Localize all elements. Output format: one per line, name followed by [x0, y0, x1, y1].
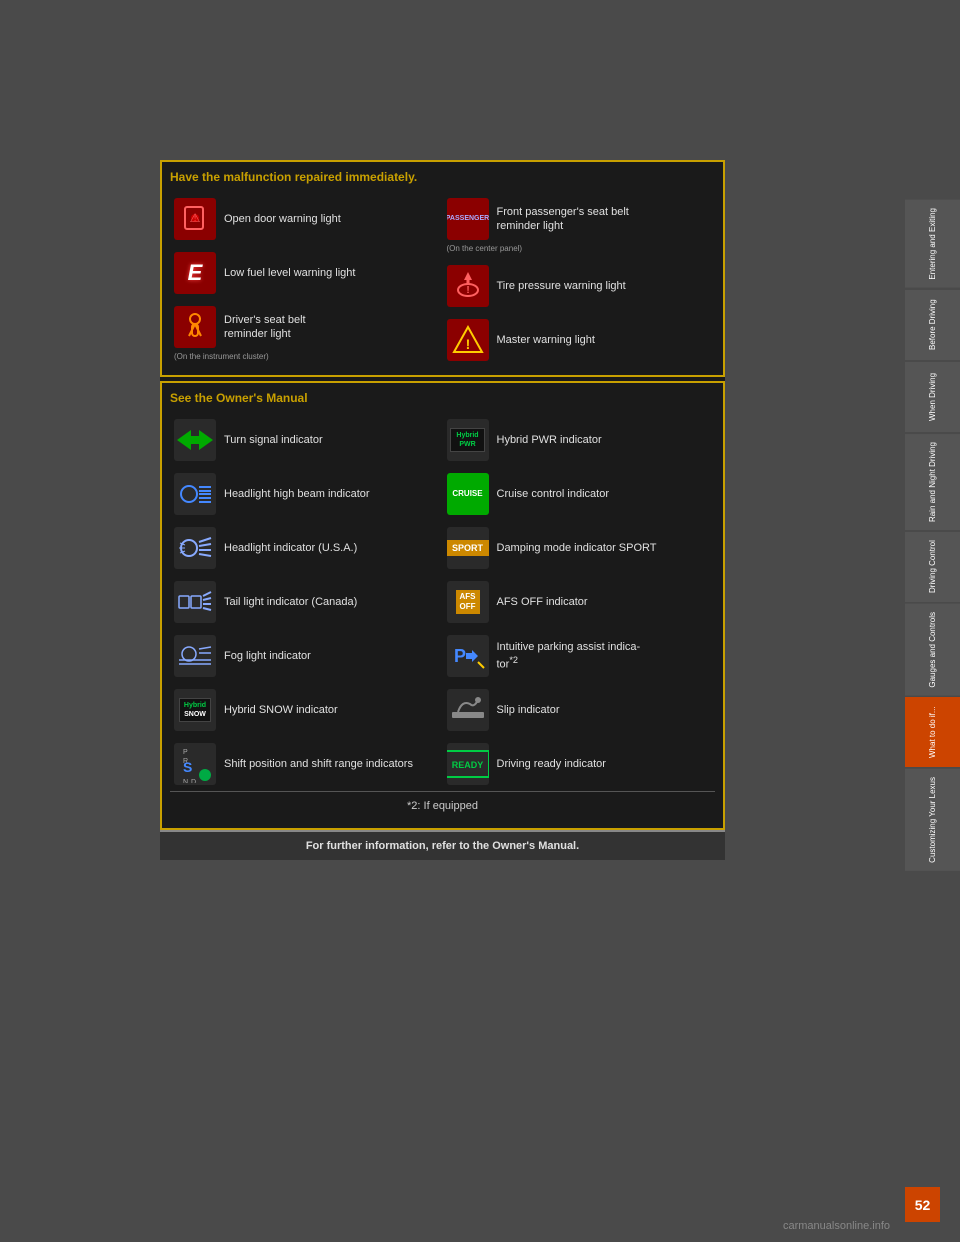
parking-assist-label: Intuitive parking assist indica-tor*2 — [497, 640, 641, 671]
malfunction-section: Have the malfunction repaired immediatel… — [160, 160, 725, 377]
hybrid-pwr-label: Hybrid PWR indicator — [497, 433, 602, 447]
list-item: Hybrid PWR Hybrid PWR indicator — [443, 413, 716, 467]
seatbelt-icon — [174, 306, 216, 348]
list-item: Slip indicator — [443, 683, 716, 737]
headlight-high-icon — [174, 473, 216, 515]
sidebar-tab-when-driving[interactable]: When Driving — [905, 362, 960, 432]
seatbelt-row: Driver's seat beltreminder light — [174, 306, 439, 348]
turn-signal-icon — [174, 419, 216, 461]
list-item: AFS OFF AFS OFF indicator — [443, 575, 716, 629]
footer-text: For further information, refer to the Ow… — [306, 840, 579, 852]
indicators-left-col: Turn signal indicator Headlight h — [170, 413, 443, 791]
ready-indicator-label: Driving ready indicator — [497, 757, 606, 771]
list-item: CRUISE Cruise control indicator — [443, 467, 716, 521]
page-number: 52 — [905, 1187, 940, 1222]
tail-light-label: Tail light indicator (Canada) — [224, 595, 357, 609]
footnote: *2: If equipped — [170, 791, 715, 820]
list-item: Turn signal indicator — [170, 413, 443, 467]
sidebar-tab-rain-night[interactable]: Rain and Night Driving — [905, 434, 960, 530]
shift-position-label: Shift position and shift range indicator… — [224, 757, 413, 771]
svg-text:!: ! — [466, 285, 469, 296]
malfunction-grid: ⚠ Open door warning light E Low fuel lev… — [170, 192, 715, 367]
passenger-seatbelt-label: Front passenger's seat beltreminder ligh… — [497, 205, 629, 234]
list-item: P Intuitive parking assist indica-tor*2 — [443, 629, 716, 683]
passenger-seatbelt-icon: PASSENGER — [447, 198, 489, 240]
list-item: Headlight indicator (U.S.A.) — [170, 521, 443, 575]
headlight-usa-label: Headlight indicator (U.S.A.) — [224, 541, 357, 555]
malfunction-left-col: ⚠ Open door warning light E Low fuel lev… — [170, 192, 443, 367]
sidebar-tab-entering[interactable]: Entering and Exiting — [905, 200, 960, 288]
slip-indicator-icon — [447, 689, 489, 731]
svg-text:⚠: ⚠ — [190, 211, 201, 225]
fog-light-icon — [174, 635, 216, 677]
hybrid-snow-icon: Hybrid SNOW — [174, 689, 216, 731]
fuel-label: Low fuel level warning light — [224, 266, 355, 280]
passenger-row: PASSENGER Front passenger's seat beltrem… — [447, 198, 712, 240]
svg-text:!: ! — [465, 336, 470, 352]
indicators-grid: Turn signal indicator Headlight h — [170, 413, 715, 791]
malfunction-right-col: PASSENGER Front passenger's seat beltrem… — [443, 192, 716, 367]
ready-indicator-icon: READY — [447, 743, 489, 785]
headlight-high-label: Headlight high beam indicator — [224, 487, 370, 501]
sidebar-tab-driving-control[interactable]: Driving Control — [905, 532, 960, 602]
seatbelt-label: Driver's seat beltreminder light — [224, 313, 306, 342]
list-item: E Low fuel level warning light — [170, 246, 443, 300]
list-item: Hybrid SNOW Hybrid SNOW indicator — [170, 683, 443, 737]
sport-mode-label: Damping mode indicator SPORT — [497, 541, 657, 555]
right-sidebar: Entering and Exiting Before Driving When… — [905, 200, 960, 871]
master-warning-icon: ! — [447, 319, 489, 361]
list-item: ! Tire pressure warning light — [443, 259, 716, 313]
svg-text:D: D — [191, 779, 196, 783]
tail-light-icon — [174, 581, 216, 623]
watermark: carmanualsonline.info — [783, 1220, 890, 1232]
see-manual-header: See the Owner's Manual — [170, 391, 715, 405]
slip-indicator-label: Slip indicator — [497, 703, 560, 717]
svg-text:S: S — [183, 759, 192, 775]
open-door-label: Open door warning light — [224, 212, 341, 226]
list-item: Tail light indicator (Canada) — [170, 575, 443, 629]
afs-off-label: AFS OFF indicator — [497, 595, 588, 609]
hybrid-snow-label: Hybrid SNOW indicator — [224, 703, 338, 717]
sidebar-tab-before-driving[interactable]: Before Driving — [905, 290, 960, 360]
master-warning-label: Master warning light — [497, 333, 595, 347]
sidebar-tab-gauges[interactable]: Gauges and Controls — [905, 604, 960, 696]
cruise-control-label: Cruise control indicator — [497, 487, 610, 501]
open-door-icon: ⚠ — [174, 198, 216, 240]
center-panel-note: (On the center panel) — [447, 244, 712, 253]
main-content: Have the malfunction repaired immediatel… — [160, 160, 725, 860]
fog-light-label: Fog light indicator — [224, 649, 311, 663]
cluster-note: (On the instrument cluster) — [174, 352, 439, 361]
tire-pressure-label: Tire pressure warning light — [497, 279, 626, 293]
footnote-text: *2: If equipped — [407, 800, 478, 812]
sidebar-tab-customizing[interactable]: Customizing Your Lexus — [905, 769, 960, 871]
svg-text:N: N — [183, 779, 188, 783]
list-item: Headlight high beam indicator — [170, 467, 443, 521]
indicators-right-col: Hybrid PWR Hybrid PWR indicator CRUISE C… — [443, 413, 716, 791]
turn-signal-label: Turn signal indicator — [224, 433, 323, 447]
list-item: ! Master warning light — [443, 313, 716, 367]
sport-mode-icon: SPORT — [447, 527, 489, 569]
headlight-usa-icon — [174, 527, 216, 569]
footer-bar: For further information, refer to the Ow… — [160, 830, 725, 860]
malfunction-header: Have the malfunction repaired immediatel… — [170, 170, 715, 184]
list-item: Fog light indicator — [170, 629, 443, 683]
cruise-control-icon: CRUISE — [447, 473, 489, 515]
hybrid-pwr-icon: Hybrid PWR — [447, 419, 489, 461]
list-item: PASSENGER Front passenger's seat beltrem… — [443, 192, 716, 259]
list-item: SPORT Damping mode indicator SPORT — [443, 521, 716, 575]
list-item: READY Driving ready indicator — [443, 737, 716, 791]
tire-pressure-icon: ! — [447, 265, 489, 307]
sidebar-tab-what-to-do[interactable]: What to do if... — [905, 697, 960, 767]
svg-text:P: P — [183, 749, 188, 756]
parking-assist-icon: P — [447, 635, 489, 677]
list-item: P R S N D Shift position and shift range… — [170, 737, 443, 791]
see-manual-section: See the Owner's Manual Turn signal indic… — [160, 381, 725, 830]
list-item: Driver's seat beltreminder light (On the… — [170, 300, 443, 367]
afs-off-icon: AFS OFF — [447, 581, 489, 623]
list-item: ⚠ Open door warning light — [170, 192, 443, 246]
svg-text:P: P — [454, 646, 466, 666]
shift-position-icon: P R S N D — [174, 743, 216, 785]
fuel-icon: E — [174, 252, 216, 294]
